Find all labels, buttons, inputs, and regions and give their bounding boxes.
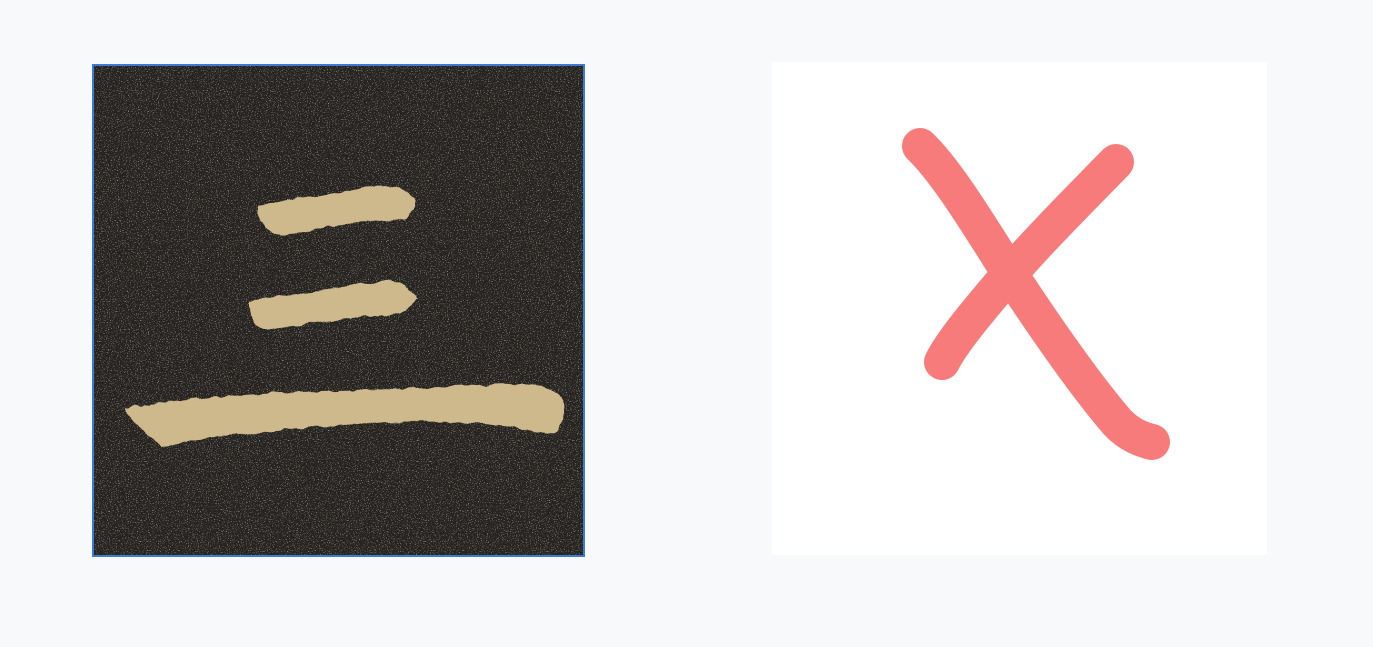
cross-stroke-left	[902, 128, 1170, 460]
character-image-option[interactable]	[92, 64, 585, 557]
cross-mark-icon	[902, 128, 1170, 460]
quiz-canvas	[0, 0, 1373, 647]
answer-option-card[interactable]	[772, 62, 1267, 555]
calligraphy-rubbing-image	[94, 66, 583, 555]
